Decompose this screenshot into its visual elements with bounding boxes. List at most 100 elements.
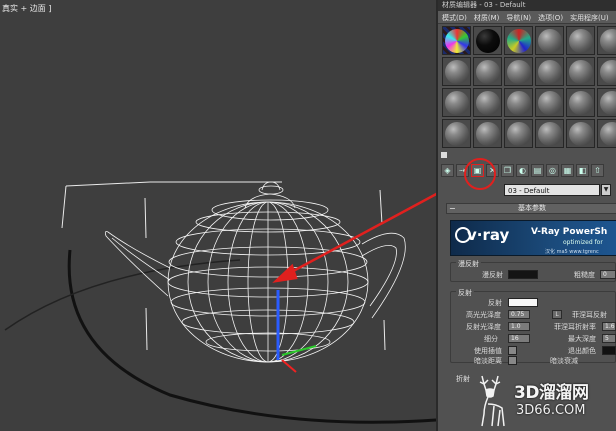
material-editor-panel: 材质编辑器 - 03 - Default 模式(D) 材质(M) 导航(N) 选… — [436, 0, 616, 431]
material-preview-sphere — [507, 91, 531, 115]
watermark-site-name: 3D溜溜网 — [514, 383, 589, 403]
material-slot[interactable] — [442, 26, 471, 55]
material-slot[interactable] — [535, 88, 564, 117]
material-preview-sphere — [600, 60, 616, 84]
material-slot[interactable] — [442, 119, 471, 148]
make-copy-icon[interactable]: ❐ — [501, 164, 514, 177]
diffuse-section-label: 漫反射 — [456, 259, 481, 269]
subdivs-label: 细分 — [484, 335, 498, 343]
vray-credit-text: 汉化 ma5 www.tgrenc — [545, 249, 599, 255]
chevron-down-icon[interactable]: ▼ — [601, 184, 611, 196]
material-preview-sphere — [600, 29, 616, 53]
material-slot[interactable] — [473, 57, 502, 86]
material-preview-sphere — [569, 29, 593, 53]
use-interp-label: 使用插值 — [474, 347, 502, 355]
reflection-section-label: 反射 — [456, 288, 474, 298]
roughness-label: 粗糙度 — [574, 271, 595, 279]
material-id-icon[interactable]: ◎ — [546, 164, 559, 177]
diffuse-color-swatch[interactable] — [508, 270, 538, 279]
material-slot[interactable] — [597, 26, 616, 55]
material-name-row: 03 - Default ▼ — [441, 184, 616, 196]
material-slots-grid — [442, 26, 616, 148]
material-preview-sphere — [445, 91, 469, 115]
max-depth-input[interactable]: 5 — [602, 334, 616, 343]
material-slot[interactable] — [535, 119, 564, 148]
exit-color-swatch[interactable] — [602, 346, 616, 355]
material-preview-sphere — [538, 122, 562, 146]
material-slot[interactable] — [535, 26, 564, 55]
material-slot[interactable] — [504, 57, 533, 86]
slot-indicator — [441, 152, 447, 158]
rollout-title: 基本参数 — [518, 204, 546, 212]
subdivs-input[interactable]: 16 — [508, 334, 530, 343]
material-preview-sphere — [445, 122, 469, 146]
material-slot[interactable] — [566, 88, 595, 117]
reflect-label: 反射 — [488, 299, 502, 307]
material-preview-sphere — [569, 122, 593, 146]
material-preview-sphere — [476, 29, 500, 53]
material-slot[interactable] — [504, 88, 533, 117]
put-to-library-icon[interactable]: ▤ — [531, 164, 544, 177]
material-preview-sphere — [476, 91, 500, 115]
material-slot[interactable] — [473, 88, 502, 117]
material-preview-sphere — [476, 60, 500, 84]
material-slot[interactable] — [566, 119, 595, 148]
go-to-parent-icon[interactable]: ⇧ — [591, 164, 604, 177]
menu-utilities[interactable]: 实用程序(U) — [566, 11, 612, 23]
show-end-result-icon[interactable]: ◧ — [576, 164, 589, 177]
material-slot[interactable] — [473, 26, 502, 55]
material-preview-sphere — [569, 60, 593, 84]
vray-optimized-text: optimized for — [563, 239, 603, 246]
material-name-input[interactable]: 03 - Default — [504, 184, 600, 196]
menu-bar: 模式(D) 材质(M) 导航(N) 选项(O) 实用程序(U) — [438, 11, 616, 24]
vray-logo: v·ray — [467, 226, 510, 244]
menu-navigation[interactable]: 导航(N) — [502, 11, 534, 23]
roughness-input[interactable]: 0 — [600, 270, 616, 279]
menu-options[interactable]: 选项(O) — [534, 11, 566, 23]
material-preview-sphere — [445, 29, 469, 53]
use-interp-checkbox[interactable] — [508, 346, 517, 355]
material-slot[interactable] — [566, 57, 595, 86]
material-slot[interactable] — [597, 57, 616, 86]
refl-gloss-input[interactable]: 1.0 — [508, 322, 530, 331]
viewport-perspective[interactable]: 真实 + 边面 ] — [0, 0, 436, 431]
deer-logo-icon — [479, 375, 505, 427]
reflect-color-swatch[interactable] — [508, 298, 538, 307]
fresnel-ior-label: 菲涅耳折射率 — [554, 323, 596, 331]
make-unique-icon[interactable]: ◐ — [516, 164, 529, 177]
material-slot[interactable] — [566, 26, 595, 55]
material-preview-sphere — [538, 60, 562, 84]
material-slot[interactable] — [442, 88, 471, 117]
material-slot[interactable] — [473, 119, 502, 148]
vray-product-name: V-Ray PowerSh — [531, 227, 608, 237]
get-material-icon[interactable]: ◈ — [441, 164, 454, 177]
material-preview-sphere — [600, 91, 616, 115]
material-slot[interactable] — [504, 26, 533, 55]
material-slot[interactable] — [535, 57, 564, 86]
material-preview-sphere — [507, 29, 531, 53]
max-depth-label: 最大深度 — [568, 335, 596, 343]
material-preview-sphere — [538, 29, 562, 53]
menu-mode[interactable]: 模式(D) — [438, 11, 470, 23]
bounding-box — [61, 181, 386, 351]
teapot-wireframe[interactable] — [0, 0, 436, 431]
material-preview-sphere — [507, 60, 531, 84]
hilight-lock-button[interactable]: L — [552, 310, 562, 319]
watermark: 3D溜溜网 3D66.COM — [470, 370, 616, 431]
dim-distance-checkbox[interactable] — [508, 356, 517, 365]
material-preview-sphere — [507, 122, 531, 146]
material-slot[interactable] — [442, 57, 471, 86]
rollout-basic-parameters[interactable]: − 基本参数 — [446, 203, 616, 214]
material-slot[interactable] — [597, 119, 616, 148]
refl-gloss-label: 反射光泽度 — [466, 323, 501, 331]
refraction-section-label: 折射 — [456, 375, 470, 383]
menu-material[interactable]: 材质(M) — [470, 11, 503, 23]
fresnel-ior-input[interactable]: 1.6 — [602, 322, 616, 331]
show-in-viewport-icon[interactable]: ▦ — [561, 164, 574, 177]
material-preview-sphere — [569, 91, 593, 115]
material-slot[interactable] — [597, 88, 616, 117]
material-preview-sphere — [600, 122, 616, 146]
vray-banner: v·ray V-Ray PowerSh optimized for 汉化 ma5… — [450, 220, 616, 256]
material-slot[interactable] — [504, 119, 533, 148]
hilight-gloss-input[interactable]: 0.75 — [508, 310, 530, 319]
